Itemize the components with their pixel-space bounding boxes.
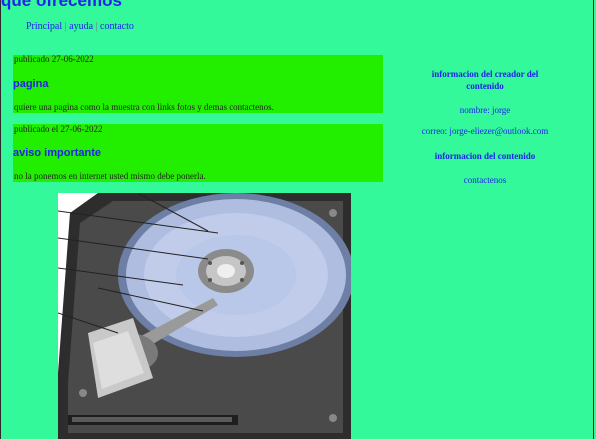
sidebar: informacion del creador del contenido no… bbox=[412, 68, 558, 186]
creator-name: nombre: jorge bbox=[459, 105, 511, 115]
page-title: que ofrecemos bbox=[1, 0, 122, 10]
hard-drive-illustration bbox=[58, 193, 351, 439]
post-date: publicado 27-06-2022 bbox=[14, 54, 94, 64]
post-card: publicado 27-06-2022 pagina quiere una p… bbox=[13, 54, 383, 113]
post-text: no la ponemos en internet usted mismo de… bbox=[14, 171, 206, 181]
content-info-heading: informacion del contenido bbox=[434, 151, 536, 161]
post-title: pagina bbox=[13, 78, 49, 90]
creator-email: correo: jorge-eliezer@outlook.com bbox=[421, 126, 549, 136]
nav-bar: Principal | ayuda | contacto bbox=[26, 21, 134, 32]
nav-link-ayuda[interactable]: ayuda bbox=[69, 21, 93, 32]
post-title: aviso importante bbox=[13, 147, 102, 159]
post-text: quiere una pagina como la muestra con li… bbox=[14, 102, 274, 112]
post-card: publicado el 27-06-2022 aviso importante… bbox=[13, 124, 383, 182]
post-date: publicado el 27-06-2022 bbox=[14, 124, 103, 134]
nav-link-contacto[interactable]: contacto bbox=[100, 21, 134, 32]
creator-info-heading: informacion del creador del contenido bbox=[431, 69, 539, 91]
contact-link[interactable]: contactenos bbox=[412, 174, 558, 186]
nav-separator: | bbox=[95, 21, 98, 32]
nav-link-principal[interactable]: Principal bbox=[26, 21, 62, 32]
hard-drive-image bbox=[58, 193, 351, 439]
nav-separator: | bbox=[64, 21, 67, 32]
